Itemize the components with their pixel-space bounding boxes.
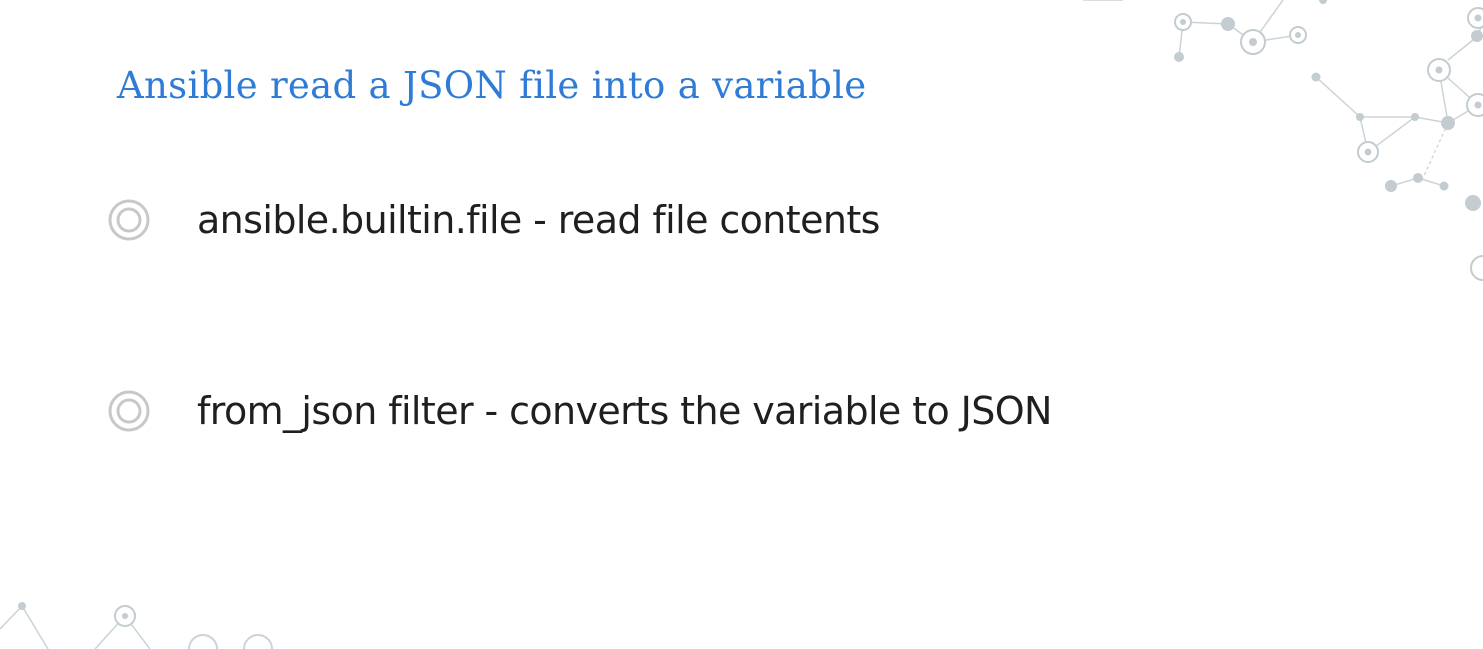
slide-title: Ansible read a JSON file into a variable <box>117 64 867 107</box>
bullet-text: from_json filter - converts the variable… <box>197 389 1052 433</box>
network-decoration-bottom-left <box>0 602 273 649</box>
bullet-item: ansible.builtin.file - read file content… <box>107 190 1052 250</box>
concentric-circle-bullet-icon <box>108 199 150 241</box>
bullet-item: from_json filter - converts the variable… <box>107 381 1052 441</box>
network-decoration-top-right <box>1083 0 1483 281</box>
bullet-text: ansible.builtin.file - read file content… <box>197 198 880 242</box>
concentric-circle-bullet-icon <box>108 390 150 432</box>
bullet-list: ansible.builtin.file - read file content… <box>107 190 1052 572</box>
slide: Ansible read a JSON file into a variable… <box>0 0 1483 649</box>
